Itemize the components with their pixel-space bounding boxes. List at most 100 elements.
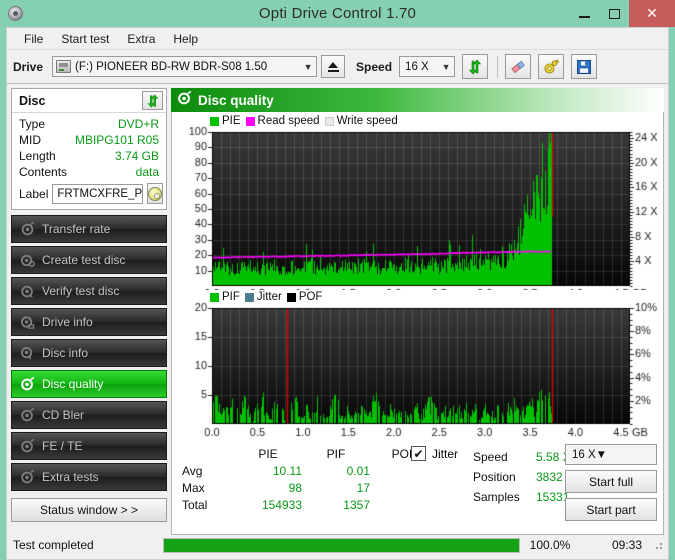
minimize-button[interactable] bbox=[569, 0, 599, 27]
pie-chart[interactable]: PIE Read speed Write speed bbox=[172, 114, 675, 290]
start-part-label: Start part bbox=[586, 502, 636, 517]
close-button[interactable]: ✕ bbox=[629, 0, 675, 27]
gear-icon bbox=[20, 438, 35, 454]
disc-label-row: Label FRTMCXFRE_P bbox=[19, 183, 164, 204]
disc-detail-button[interactable] bbox=[147, 183, 164, 204]
sidebar-item-label: Verify test disc bbox=[42, 284, 120, 298]
disc-row-value: MBIPG101 R05 bbox=[74, 133, 159, 147]
legend-swatch bbox=[324, 116, 334, 126]
disc-row-value: DVD+R bbox=[117, 117, 159, 131]
sidebar-item-drive-info[interactable]: Drive info bbox=[11, 308, 167, 336]
disc-row-type: Type DVD+R bbox=[19, 116, 159, 132]
sidebar-item-transfer-rate[interactable]: Transfer rate bbox=[11, 215, 167, 243]
erase-button[interactable] bbox=[505, 54, 532, 79]
sidebar-item-label: Disc quality bbox=[42, 377, 104, 391]
disc-row-key: MID bbox=[19, 133, 41, 147]
chevron-down-icon: ▼ bbox=[303, 61, 313, 72]
save-icon bbox=[577, 59, 592, 74]
disc-info-rows: Type DVD+R MID MBIPG101 R05 Length 3.74 … bbox=[12, 113, 166, 209]
sidebar-item-label: Extra tests bbox=[42, 470, 99, 484]
status-window-button[interactable]: Status window > > bbox=[11, 498, 167, 522]
menu-item-extra[interactable]: Extra bbox=[118, 30, 164, 48]
disc-row-key: Length bbox=[19, 149, 56, 163]
legend-swatch bbox=[244, 292, 254, 302]
refresh-icon bbox=[147, 93, 158, 108]
stats-col-pif: PIF bbox=[326, 447, 346, 461]
stats-pie-avg: 10.11 bbox=[272, 464, 302, 478]
stats-row-total: Total 154933 1357 bbox=[182, 497, 438, 514]
stats-header-row: PIE PIF POF bbox=[182, 446, 438, 463]
stats-pof-avg bbox=[370, 463, 438, 480]
legend-label: PIF bbox=[222, 291, 240, 303]
sidebar-item-verify-test-disc[interactable]: Verify test disc bbox=[11, 277, 167, 305]
sidebar-item-disc-quality[interactable]: Disc quality bbox=[11, 370, 167, 398]
menu-item-file[interactable]: File bbox=[15, 30, 52, 48]
disc-row-mid: MID MBIPG101 R05 bbox=[19, 132, 159, 148]
disc-row-value: data bbox=[135, 165, 159, 179]
gear-icon bbox=[20, 407, 35, 423]
speed-select-value: 16 X bbox=[405, 60, 429, 73]
left-column: Disc Type DVD+R MID MBIPG101 R05 Length … bbox=[11, 88, 167, 535]
progress-bar bbox=[163, 537, 520, 553]
page-title: Disc quality bbox=[198, 92, 274, 108]
jitter-toggle[interactable]: ✔ Jitter bbox=[411, 446, 458, 461]
stats-pof-max bbox=[370, 480, 438, 497]
disc-label-key: Label bbox=[19, 186, 49, 201]
sidebar-item-cd-bler[interactable]: CD Bler bbox=[11, 401, 167, 429]
test-speed-value: 16 X bbox=[572, 448, 596, 461]
stats-col-pie: PIE bbox=[258, 447, 278, 461]
sidebar-item-label: FE / TE bbox=[42, 439, 83, 453]
disc-quality-header: Disc quality bbox=[171, 88, 664, 112]
window-controls: ✕ bbox=[569, 0, 675, 27]
save-button[interactable] bbox=[571, 54, 598, 79]
menu-item-start-test[interactable]: Start test bbox=[52, 30, 118, 48]
position-label: Position bbox=[473, 470, 516, 484]
speed-select[interactable]: 16 X ▼ bbox=[399, 56, 456, 77]
gear-icon bbox=[20, 284, 35, 299]
title-bar: Opti Drive Control 1.70 ✕ bbox=[0, 0, 675, 27]
stats-pif-max: 17 bbox=[356, 481, 370, 495]
drive-select[interactable]: (F:) PIONEER BD-RW BDR-S08 1.50 ▼ bbox=[52, 56, 318, 77]
disc-label-value: FRTMCXFRE_P bbox=[57, 187, 143, 200]
start-part-button[interactable]: Start part bbox=[565, 498, 657, 521]
legend-swatch bbox=[210, 292, 219, 302]
settings-button[interactable] bbox=[538, 54, 565, 79]
jitter-checkbox[interactable]: ✔ bbox=[411, 446, 426, 461]
app-window: Opti Drive Control 1.70 ✕ File Start tes… bbox=[0, 0, 675, 560]
progress-fill bbox=[164, 538, 519, 552]
progress-percent: 100.0% bbox=[529, 538, 571, 552]
status-message: Test completed bbox=[13, 538, 94, 552]
drive-icon bbox=[56, 60, 72, 73]
maximize-button[interactable] bbox=[599, 0, 629, 27]
sidebar-item-fe-te[interactable]: FE / TE bbox=[11, 432, 167, 460]
client-area: File Start test Extra Help Drive (F:) PI… bbox=[6, 27, 675, 560]
pif-chart[interactable]: PIF Jitter POF bbox=[172, 290, 675, 442]
refresh-button[interactable] bbox=[462, 54, 489, 79]
sidebar-item-label: Create test disc bbox=[42, 253, 126, 267]
disc-label-input[interactable]: FRTMCXFRE_P bbox=[52, 183, 144, 204]
speed-label: Speed bbox=[473, 450, 508, 464]
jitter-label: Jitter bbox=[432, 446, 459, 461]
stats-pie-max: 98 bbox=[288, 481, 302, 495]
eject-button[interactable] bbox=[321, 55, 346, 78]
legend-label: Write speed bbox=[336, 115, 398, 127]
elapsed-time: 09:33 bbox=[611, 538, 642, 552]
test-speed-select[interactable]: 16 X ▼ bbox=[565, 444, 657, 465]
legend-label: POF bbox=[298, 291, 323, 303]
legend-item: POF bbox=[286, 291, 323, 303]
gear-icon bbox=[20, 253, 35, 268]
gear-icon bbox=[20, 221, 35, 237]
legend-label: Read speed bbox=[257, 115, 320, 127]
disc-refresh-button[interactable] bbox=[142, 91, 163, 110]
start-full-button[interactable]: Start full bbox=[565, 470, 657, 493]
sidebar-item-extra-tests[interactable]: Extra tests bbox=[11, 463, 167, 491]
stats-row-avg: Avg 10.11 0.01 bbox=[182, 463, 438, 480]
chevron-down-icon: ▼ bbox=[441, 61, 451, 72]
menu-item-help[interactable]: Help bbox=[164, 30, 207, 48]
sidebar-item-disc-info[interactable]: Disc info bbox=[11, 339, 167, 367]
resize-grip-icon[interactable] bbox=[652, 539, 664, 551]
chevron-down-icon: ▼ bbox=[595, 448, 608, 461]
legend-item: Jitter bbox=[244, 291, 282, 303]
sidebar-item-create-test-disc[interactable]: Create test disc bbox=[11, 246, 167, 274]
stats-pie-total: 154933 bbox=[261, 498, 302, 512]
